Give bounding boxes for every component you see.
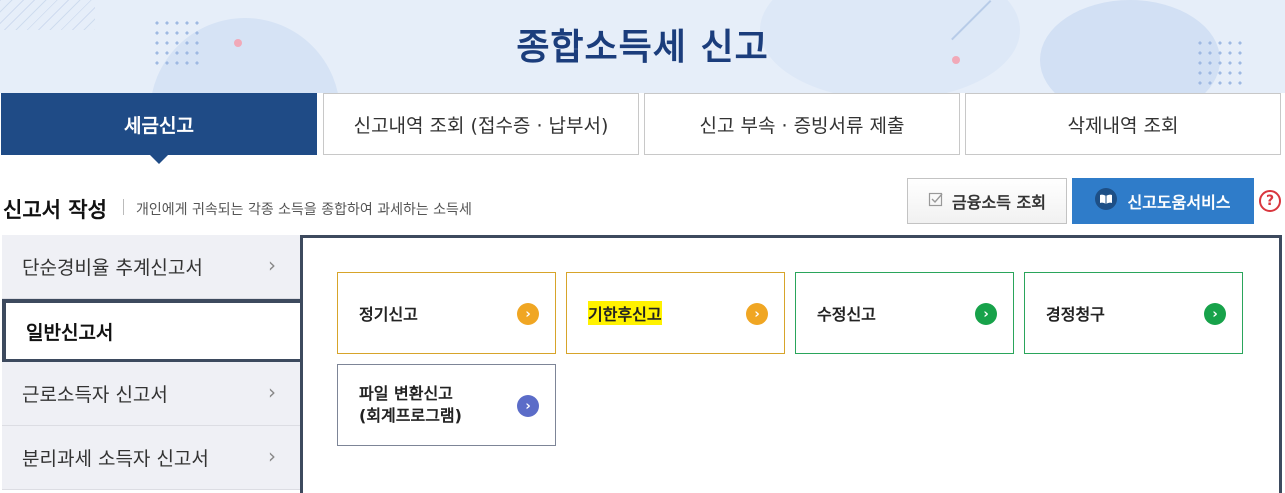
sidebar-item-label: 일반신고서 [26,321,114,344]
amended-filing-card[interactable]: 수정신고 › [795,272,1014,354]
tab-deleted-history[interactable]: 삭제내역 조회 [965,93,1281,155]
sidebar-item-general-return[interactable]: 일반신고서 [2,299,300,363]
finance-income-lookup-label: 금융소득 조회 [952,193,1046,212]
arrow-right-icon: › [1204,303,1226,325]
arrow-right-icon: › [517,303,539,325]
arrow-right-icon: › [975,303,997,325]
page-title: 종합소득세 신고 [516,27,769,68]
file-conversion-filing-card[interactable]: 파일 변환신고 (회계프로그램) › [337,364,556,446]
late-filing-card[interactable]: 기한후신고 › [566,272,785,354]
checkbox-icon [928,191,944,211]
hero-banner: 종합소득세 신고 [0,0,1285,93]
help-question-icon[interactable]: ? [1259,190,1281,212]
finance-income-lookup-button[interactable]: 금융소득 조회 [907,178,1067,224]
sidebar-item-simple-expense-rate[interactable]: 단순경비율 추계신고서 › [2,235,300,299]
tab-tax-filing[interactable]: 세금신고 [1,93,317,164]
section-title: 신고서 작성 [3,198,107,222]
chevron-right-icon: › [268,380,276,404]
card-label: 경정청구 [1046,305,1105,324]
regular-filing-card[interactable]: 정기신고 › [337,272,556,354]
sidebar-item-label: 근로소득자 신고서 [22,384,168,406]
chevron-right-icon: › [268,253,276,277]
arrow-right-icon: › [517,395,539,417]
card-label: 수정신고 [817,305,876,324]
tab-filing-history[interactable]: 신고내역 조회 (접수증 · 납부서) [323,93,639,155]
correction-claim-card[interactable]: 경정청구 › [1024,272,1243,354]
card-label-line1: 파일 변환신고 [359,384,453,403]
card-label: 정기신고 [359,305,418,324]
arrow-right-icon: › [746,303,768,325]
card-label-line2: (회계프로그램) [359,406,462,425]
filing-help-service-label: 신고도움서비스 [1127,193,1231,212]
section-description: 개인에게 귀속되는 각종 소득을 종합하여 과세하는 소득세 [136,202,472,218]
tab-supporting-documents[interactable]: 신고 부속 · 증빙서류 제출 [644,93,960,155]
chevron-right-icon: › [268,444,276,468]
sidebar-item-label: 분리과세 소득자 신고서 [22,448,209,470]
filing-help-service-button[interactable]: 신고도움서비스 [1072,178,1254,224]
sidebar-item-label: 단순경비율 추계신고서 [22,257,203,279]
sidebar-item-wage-earner[interactable]: 근로소득자 신고서 › [2,362,300,426]
book-icon [1095,188,1118,214]
card-label: 기한후신고 [588,301,662,325]
sidebar-item-separate-taxation[interactable]: 분리과세 소득자 신고서 › [2,426,300,490]
card-label: 파일 변환신고 (회계프로그램) [359,383,462,427]
divider [123,199,124,215]
